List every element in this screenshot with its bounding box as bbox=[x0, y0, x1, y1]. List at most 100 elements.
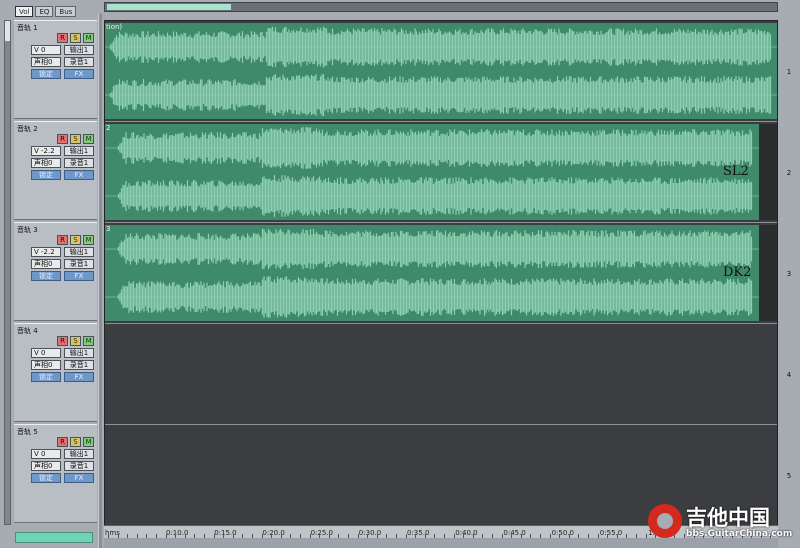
lane-number: 3 bbox=[786, 270, 792, 278]
guitarchina-logo-icon bbox=[648, 504, 682, 538]
lock-button[interactable]: 锁定 bbox=[31, 473, 61, 483]
track-title: 音轨 3 bbox=[17, 226, 38, 234]
record-input-button[interactable]: 录音1 bbox=[64, 259, 94, 269]
waveform bbox=[105, 26, 777, 116]
mute-button[interactable]: M bbox=[83, 336, 94, 346]
track-header-4[interactable]: 音轨 4 R S M V 0 输出1 声相0 录音1 锁定 FX bbox=[14, 323, 97, 422]
record-button[interactable]: R bbox=[57, 437, 68, 447]
tab-bus[interactable]: Bus bbox=[55, 6, 77, 17]
fx-button[interactable]: FX bbox=[64, 372, 94, 382]
clip-name: tion) bbox=[106, 23, 123, 31]
volume-field[interactable]: V -2.2 bbox=[31, 247, 61, 257]
volume-field[interactable]: V 0 bbox=[31, 45, 61, 55]
audio-clip[interactable]: 3 DK2 bbox=[105, 225, 759, 321]
volume-field[interactable]: V 0 bbox=[31, 449, 61, 459]
lane-number: 5 bbox=[786, 472, 792, 480]
pan-field[interactable]: 声相0 bbox=[31, 259, 61, 269]
record-button[interactable]: R bbox=[57, 336, 68, 346]
track-header-scrollbar[interactable] bbox=[4, 20, 11, 525]
fx-button[interactable]: FX bbox=[64, 170, 94, 180]
output-button[interactable]: 输出1 bbox=[64, 45, 94, 55]
ruler-tick-label: 0:50.0 bbox=[551, 529, 574, 537]
clip-name: 2 bbox=[106, 124, 111, 132]
tab-vol[interactable]: Vol bbox=[15, 6, 34, 17]
lane-number: 2 bbox=[786, 169, 792, 177]
ruler-tick-label: 0:45.0 bbox=[503, 529, 526, 537]
record-input-button[interactable]: 录音1 bbox=[64, 57, 94, 67]
mute-button[interactable]: M bbox=[83, 134, 94, 144]
lane-number: 4 bbox=[786, 371, 792, 379]
waveform bbox=[105, 228, 759, 318]
record-input-button[interactable]: 录音1 bbox=[64, 158, 94, 168]
pan-field[interactable]: 声相0 bbox=[31, 158, 61, 168]
track-lanes: tion) 2 SL2 3 DK2 bbox=[104, 20, 778, 526]
record-button[interactable]: R bbox=[57, 235, 68, 245]
output-button[interactable]: 输出1 bbox=[64, 348, 94, 358]
lock-button[interactable]: 锁定 bbox=[31, 69, 61, 79]
horizontal-scrollbar-thumb[interactable] bbox=[107, 4, 231, 10]
waveform bbox=[105, 127, 759, 217]
track-title: 音轨 4 bbox=[17, 327, 38, 335]
fx-button[interactable]: FX bbox=[64, 473, 94, 483]
record-input-button[interactable]: 录音1 bbox=[64, 461, 94, 471]
track-title: 音轨 2 bbox=[17, 125, 38, 133]
multitrack-window: Vol EQ Bus 音轨 1 R S M V 0 输出1 声相0 录音1 锁定… bbox=[0, 0, 800, 548]
lock-button[interactable]: 锁定 bbox=[31, 372, 61, 382]
track-headers: 音轨 1 R S M V 0 输出1 声相0 录音1 锁定 FX 音轨 2 R … bbox=[14, 20, 97, 523]
record-button[interactable]: R bbox=[57, 134, 68, 144]
lane-number-column: 1 2 3 4 5 bbox=[778, 20, 800, 525]
lane-number: 1 bbox=[786, 68, 792, 76]
scrollbar-thumb[interactable] bbox=[5, 21, 10, 41]
panel-divider[interactable] bbox=[98, 14, 102, 548]
track-header-2[interactable]: 音轨 2 R S M V -2.2 输出1 声相0 录音1 锁定 FX bbox=[14, 121, 97, 220]
ruler-tick-label: 0:30.0 bbox=[358, 529, 382, 537]
track-header-1[interactable]: 音轨 1 R S M V 0 输出1 声相0 录音1 锁定 FX bbox=[14, 20, 97, 119]
audio-clip[interactable]: 2 SL2 bbox=[105, 124, 759, 220]
output-button[interactable]: 输出1 bbox=[64, 146, 94, 156]
solo-button[interactable]: S bbox=[70, 437, 81, 447]
output-button[interactable]: 输出1 bbox=[64, 449, 94, 459]
track-title: 音轨 1 bbox=[17, 24, 38, 32]
ruler-tick-label: 0:55.0 bbox=[599, 529, 623, 537]
clip-annotation: SL2 bbox=[723, 164, 749, 179]
track-lane-2[interactable]: 2 SL2 bbox=[105, 122, 777, 223]
mute-button[interactable]: M bbox=[83, 33, 94, 43]
solo-button[interactable]: S bbox=[70, 33, 81, 43]
clip-tail bbox=[759, 225, 777, 321]
clip-annotation: DK2 bbox=[723, 265, 752, 280]
track-lane-4[interactable] bbox=[105, 324, 777, 425]
mute-button[interactable]: M bbox=[83, 437, 94, 447]
record-button[interactable]: R bbox=[57, 33, 68, 43]
tab-eq[interactable]: EQ bbox=[35, 6, 54, 17]
watermark-text: 吉他中国 bbox=[686, 506, 770, 530]
ruler-tick-label: 0:40.0 bbox=[455, 529, 478, 537]
watermark-url: bbs.GuitarChina.com bbox=[686, 529, 793, 539]
lock-button[interactable]: 锁定 bbox=[31, 170, 61, 180]
track-lane-3[interactable]: 3 DK2 bbox=[105, 223, 777, 324]
fx-button[interactable]: FX bbox=[64, 271, 94, 281]
track-title: 音轨 5 bbox=[17, 428, 38, 436]
lock-button[interactable]: 锁定 bbox=[31, 271, 61, 281]
solo-button[interactable]: S bbox=[70, 235, 81, 245]
mute-button[interactable]: M bbox=[83, 235, 94, 245]
solo-button[interactable]: S bbox=[70, 134, 81, 144]
track-lane-1[interactable]: tion) bbox=[105, 21, 777, 122]
volume-field[interactable]: V -2.2 bbox=[31, 146, 61, 156]
solo-button[interactable]: S bbox=[70, 336, 81, 346]
horizontal-scrollbar[interactable] bbox=[104, 2, 778, 12]
track-header-3[interactable]: 音轨 3 R S M V -2.2 输出1 声相0 录音1 锁定 FX bbox=[14, 222, 97, 321]
record-input-button[interactable]: 录音1 bbox=[64, 360, 94, 370]
clip-tail bbox=[759, 124, 777, 220]
pan-field[interactable]: 声相0 bbox=[31, 57, 61, 67]
ruler-tick-label: 0:35.0 bbox=[407, 529, 430, 537]
output-button[interactable]: 输出1 bbox=[64, 247, 94, 257]
header-bottom-bar[interactable] bbox=[15, 532, 93, 543]
pan-field[interactable]: 声相0 bbox=[31, 360, 61, 370]
pan-field[interactable]: 声相0 bbox=[31, 461, 61, 471]
mode-tabs: Vol EQ Bus bbox=[15, 6, 77, 17]
track-header-5[interactable]: 音轨 5 R S M V 0 输出1 声相0 录音1 锁定 FX bbox=[14, 424, 97, 523]
watermark: 吉他中国 bbs.GuitarChina.com bbox=[648, 500, 798, 544]
audio-clip[interactable]: tion) bbox=[105, 23, 777, 119]
fx-button[interactable]: FX bbox=[64, 69, 94, 79]
volume-field[interactable]: V 0 bbox=[31, 348, 61, 358]
